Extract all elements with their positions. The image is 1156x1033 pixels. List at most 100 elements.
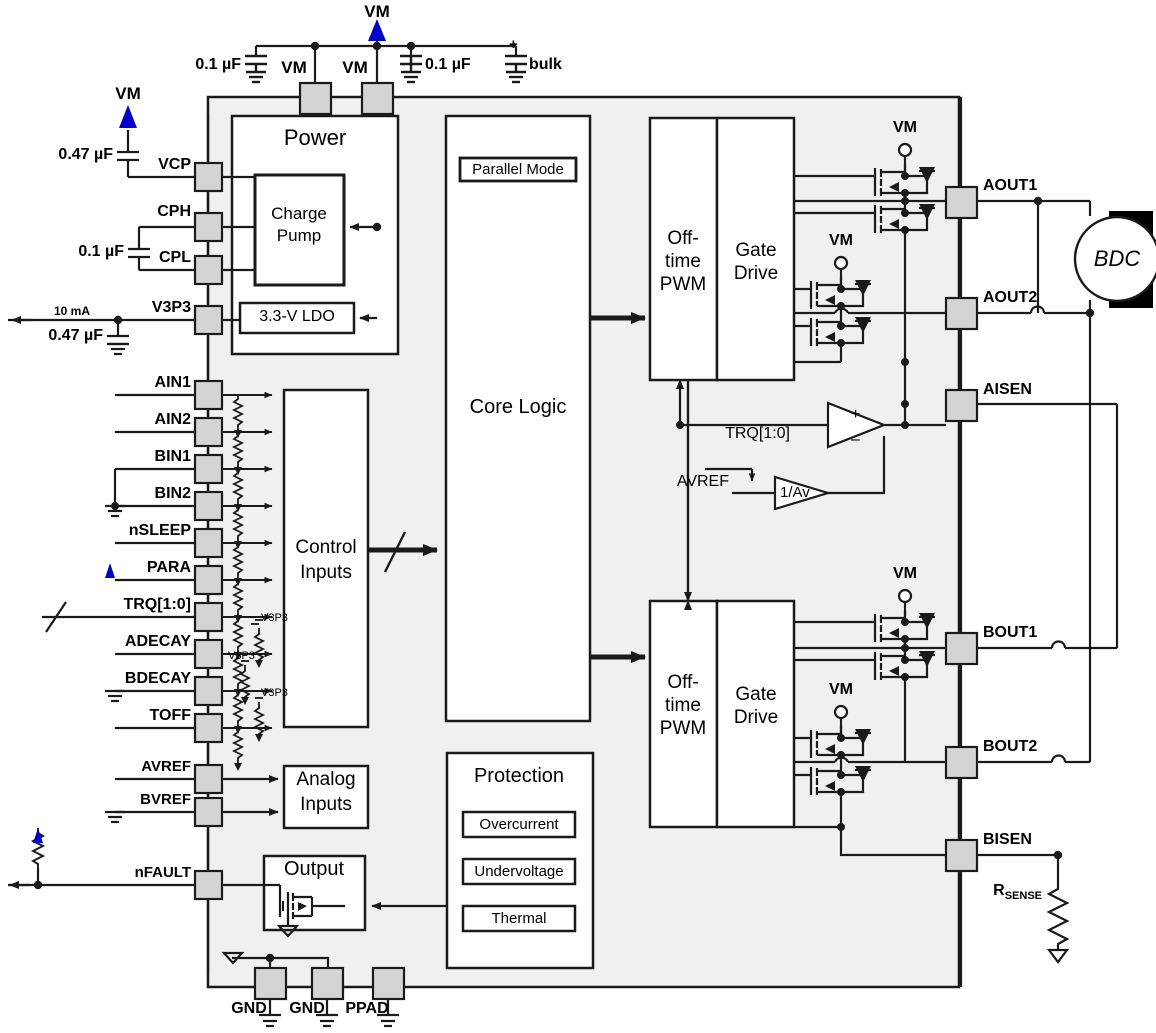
junction-dot bbox=[372, 222, 382, 232]
pwm-b-label-3: PWM bbox=[659, 718, 707, 739]
pin-box-nsleep bbox=[193, 527, 224, 559]
vm-supply-arrow-vcp bbox=[119, 105, 137, 128]
cap-label-vcp: 0.47 µF bbox=[58, 146, 113, 163]
pin-label-nsleep: nSLEEP bbox=[128, 522, 191, 539]
pin-box-ain2 bbox=[193, 416, 224, 448]
pin-box-v3p3 bbox=[193, 304, 224, 336]
pin-label-bdecay: BDECAY bbox=[124, 670, 191, 687]
pin-box-vm-1 bbox=[298, 81, 333, 116]
vm-label-hs-b2: VM bbox=[829, 681, 853, 698]
comparator-plus-label: + bbox=[851, 406, 861, 423]
pin-box-ain1 bbox=[193, 379, 224, 411]
v3p3-current-label: 10 mA bbox=[53, 304, 91, 318]
cap-label-vm-right: 0.1 µF bbox=[425, 56, 471, 73]
charge-pump-label-1: Charge bbox=[271, 204, 327, 223]
pin-box-bin2 bbox=[193, 490, 224, 522]
pin-box-gnd-2 bbox=[310, 966, 345, 1001]
pullup-label-3: V3P3 bbox=[261, 687, 288, 699]
pin-box-trq bbox=[193, 601, 224, 633]
core-logic-label: Core Logic bbox=[469, 396, 567, 418]
pin-box-toff bbox=[193, 712, 224, 744]
overcurrent-label: Overcurrent bbox=[479, 816, 559, 833]
cap-label-vm-left: 0.1 µF bbox=[195, 56, 241, 73]
vm-label-pin1: VM bbox=[281, 58, 307, 77]
cap-vm-right bbox=[400, 54, 422, 84]
trq-comparator-label: TRQ[1:0] bbox=[725, 425, 790, 442]
junction-dot bbox=[33, 880, 43, 890]
pin-label-bisen: BISEN bbox=[983, 831, 1032, 848]
junction-dot bbox=[111, 502, 119, 510]
pin-box-bin1 bbox=[193, 453, 224, 485]
protection-label: Protection bbox=[473, 765, 565, 787]
vm-label-top: VM bbox=[364, 2, 390, 21]
junction-dot bbox=[406, 41, 416, 51]
pwm-a-label-1: Off- bbox=[667, 228, 699, 249]
pin-label-aout1: AOUT1 bbox=[983, 177, 1038, 194]
pullup-label-2: V3P3 bbox=[228, 650, 255, 662]
pwm-a-label-2: time bbox=[665, 251, 701, 272]
pin-box-bvref bbox=[193, 796, 224, 828]
pin-label-bout2: BOUT2 bbox=[983, 738, 1038, 755]
pin-label-gnd-1: GND bbox=[231, 1000, 267, 1017]
gate-drive-b-label-1: Gate bbox=[735, 684, 777, 705]
pin-box-aisen bbox=[944, 388, 979, 423]
charge-pump-label-2: Pump bbox=[276, 226, 322, 245]
pin-box-para bbox=[193, 564, 224, 596]
vm-label-vcp: VM bbox=[115, 84, 141, 103]
rsense-label: RSENSE bbox=[993, 882, 1042, 903]
gate-drive-b-label-2: Drive bbox=[733, 707, 779, 728]
gain-block-label: 1/Av bbox=[780, 484, 810, 501]
block-diagram-canvas: VM VM VM VM VM VM VM VM 0.1 µF 0.1 µF bu… bbox=[0, 0, 1156, 1033]
undervoltage-label: Undervoltage bbox=[474, 863, 564, 880]
pin-label-bvref: BVREF bbox=[140, 791, 191, 808]
vm-label-hs-b1: VM bbox=[893, 565, 917, 582]
pin-box-bdecay bbox=[193, 675, 224, 707]
output-block-label: Output bbox=[283, 858, 345, 880]
pin-box-adecay bbox=[193, 638, 224, 670]
cap-bulk bbox=[505, 54, 527, 84]
cap-label-bulk: bulk bbox=[529, 56, 562, 73]
pin-label-nfault: nFAULT bbox=[134, 864, 191, 881]
cap-label-cp: 0.1 µF bbox=[78, 243, 124, 260]
pin-label-ppad: PPAD bbox=[345, 1000, 389, 1017]
rsense-resistor bbox=[1046, 884, 1070, 964]
avref-amp-label: AVREF bbox=[676, 473, 729, 490]
pin-label-bin2: BIN2 bbox=[154, 485, 191, 502]
pullup-label-1: V3P3 bbox=[261, 612, 288, 624]
pin-label-cpl: CPL bbox=[159, 249, 191, 266]
cap-label-v3p3: 0.47 µF bbox=[48, 327, 103, 344]
control-pin-group bbox=[193, 379, 224, 779]
vm-label-hs-a1: VM bbox=[893, 119, 917, 136]
gate-drive-a-label-1: Gate bbox=[735, 240, 777, 261]
pin-box-aout2 bbox=[944, 296, 979, 331]
power-block-label: Power bbox=[283, 125, 347, 150]
pin-box-gnd-1 bbox=[253, 966, 288, 1001]
pin-box-nfault bbox=[193, 869, 224, 901]
ldo-label: 3.3-V LDO bbox=[259, 308, 335, 325]
pin-box-cph bbox=[193, 211, 224, 243]
junction-dot bbox=[113, 315, 123, 325]
pin-box-vm-2 bbox=[360, 81, 395, 116]
cap-vm-left bbox=[245, 54, 267, 84]
parallel-mode-label: Parallel Mode bbox=[472, 161, 564, 178]
analog-inputs-label-2: Inputs bbox=[300, 794, 352, 815]
pin-label-para: PARA bbox=[146, 559, 191, 576]
pwm-a-label-3: PWM bbox=[659, 274, 707, 295]
comparator-minus-label: – bbox=[851, 431, 860, 448]
vm-label-pin2: VM bbox=[342, 58, 368, 77]
pin-label-trq: TRQ[1:0] bbox=[123, 596, 191, 613]
pin-label-toff: TOFF bbox=[149, 707, 191, 724]
pin-label-cph: CPH bbox=[157, 203, 191, 220]
pin-label-avref: AVREF bbox=[141, 758, 191, 775]
pin-box-bout2 bbox=[944, 745, 979, 780]
pin-label-bout1: BOUT1 bbox=[983, 624, 1038, 641]
pin-box-vcp bbox=[193, 161, 224, 193]
gate-drive-a-label-2: Drive bbox=[733, 263, 779, 284]
pin-box-avref bbox=[193, 763, 224, 795]
analog-inputs-label-1: Analog bbox=[296, 769, 356, 790]
vm-label-hs-a2: VM bbox=[829, 232, 853, 249]
cap-bulk-polarity: + bbox=[509, 36, 518, 53]
pin-label-bin1: BIN1 bbox=[154, 448, 191, 465]
pin-label-aout2: AOUT2 bbox=[983, 289, 1038, 306]
pin-box-ppad bbox=[371, 966, 406, 1001]
